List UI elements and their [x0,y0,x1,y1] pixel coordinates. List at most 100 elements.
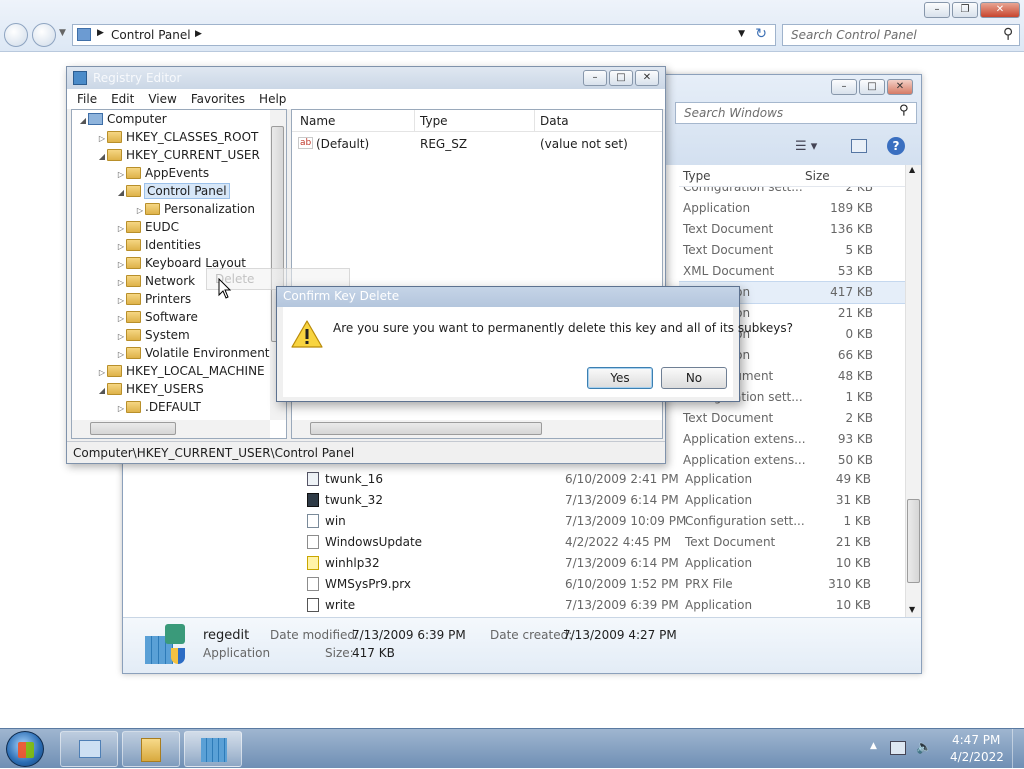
expand-icon[interactable]: ▷ [116,314,126,323]
table-row[interactable]: Application 189 KB [679,198,905,219]
table-row[interactable]: WMSysPr9.prx 6/10/2009 1:52 PM PRX File 310… [303,574,903,595]
taskbar-explorer[interactable] [122,731,180,767]
show-desktop-button[interactable] [1012,729,1024,769]
value-row[interactable]: ab (Default) REG_SZ (value not set) [292,134,662,154]
chevron-down-icon[interactable]: ▼ [738,29,745,39]
tree-node[interactable]: ▷ AppEvents [116,166,209,184]
help-icon[interactable]: ? [887,137,905,155]
expand-icon[interactable]: ▷ [116,350,126,359]
chevron-right-icon[interactable]: ▶ [195,29,202,39]
scroll-thumb[interactable] [310,422,542,435]
column-size[interactable]: Size [805,169,830,183]
action-center-icon[interactable] [890,741,906,755]
expand-icon[interactable]: ▷ [135,206,145,215]
restore-button[interactable]: ❐ [952,2,978,18]
search-input[interactable]: Search Windows [675,102,917,124]
column-type[interactable]: Type [420,114,448,128]
expand-icon[interactable]: ▷ [97,368,107,377]
tree-node[interactable]: ◢ HKEY_USERS [97,382,204,400]
table-row[interactable]: Application extens... 93 KB [679,429,905,450]
expand-icon[interactable]: ▷ [116,260,126,269]
explorer-scrollbar[interactable]: ▲ ▼ [905,165,921,617]
views-icon[interactable]: ☰ ▾ [795,139,817,154]
tree-node[interactable]: ▷ Software [116,310,198,328]
expand-icon[interactable]: ▷ [116,404,126,413]
close-button[interactable]: ✕ [980,2,1020,18]
search-input[interactable]: Search Control Panel [782,24,1020,46]
column-type[interactable]: Type [683,169,711,183]
tree-node[interactable]: ▷ Printers [116,292,191,310]
tree-node[interactable]: ▷ Identities [116,238,201,256]
collapse-icon[interactable]: ◢ [78,116,88,125]
table-row[interactable]: XML Document 53 KB [679,261,905,282]
tree-hscrollbar[interactable] [72,420,270,438]
breadcrumb[interactable]: Control Panel [111,28,191,42]
menu-item-edit[interactable]: Edit [111,92,134,106]
expand-icon[interactable]: ▷ [116,296,126,305]
tree-node[interactable]: ◢ Control Panel [116,183,230,202]
tree-node[interactable]: ◢ HKEY_CURRENT_USER [97,148,260,166]
minimize-button[interactable]: – [831,79,857,95]
table-row[interactable]: winhlp32 7/13/2009 6:14 PM Application 10 K… [303,553,903,574]
volume-muted-icon[interactable]: 🔈 [916,740,932,755]
table-row[interactable]: Text Document 2 KB [679,408,905,429]
tree-node[interactable]: ▷ .DEFAULT [116,400,201,418]
table-row[interactable]: WindowsUpdate 4/2/2022 4:45 PM Text Docume… [303,532,903,553]
scroll-down-icon[interactable]: ▼ [909,605,915,614]
table-row[interactable]: twunk_16 6/10/2009 2:41 PM Application 49 K… [303,469,903,490]
collapse-icon[interactable]: ◢ [97,386,107,395]
table-row[interactable]: Text Document 5 KB [679,240,905,261]
tree-node[interactable]: ▷ Volatile Environment [116,346,270,364]
yes-button[interactable]: Yes [587,367,653,389]
expand-icon[interactable]: ▷ [116,242,126,251]
tree-node[interactable]: ▷ System [116,328,190,346]
close-button[interactable]: ✕ [635,70,659,86]
collapse-icon[interactable]: ◢ [116,188,126,197]
scroll-up-icon[interactable]: ▲ [909,165,915,174]
registry-editor-titlebar[interactable]: Registry Editor – □ ✕ [67,67,665,89]
values-hscrollbar[interactable] [292,420,662,438]
minimize-button[interactable]: – [924,2,950,18]
tree-node[interactable]: ▷ Network [116,274,195,292]
tree-node[interactable]: ▷ HKEY_LOCAL_MACHINE [97,364,265,382]
scroll-thumb[interactable] [90,422,176,435]
address-bar[interactable]: ▶ Control Panel ▶ ▼ ↻ [72,24,776,46]
forward-button[interactable] [32,23,56,47]
minimize-button[interactable]: – [583,70,607,86]
menu-item-file[interactable]: File [77,92,97,106]
table-row[interactable]: Configuration sett... 2 KB [679,187,905,198]
dialog-title[interactable]: Confirm Key Delete [277,287,739,307]
recent-pages-icon[interactable]: ▼ [59,28,66,38]
scroll-thumb[interactable] [907,499,920,583]
tree-node[interactable]: ▷ Personalization [135,202,255,220]
taskbar-control-panel[interactable] [60,731,118,767]
no-button[interactable]: No [661,367,727,389]
table-row[interactable]: write 7/13/2009 6:39 PM Application 10 KB [303,595,903,616]
menu-item-help[interactable]: Help [259,92,286,106]
collapse-icon[interactable]: ◢ [97,152,107,161]
table-row[interactable]: win 7/13/2009 10:09 PM Configuration sett.… [303,511,903,532]
maximize-button[interactable]: □ [859,79,885,95]
taskbar-regedit[interactable] [184,731,242,767]
tree-node[interactable]: ◢ Computer [78,112,167,130]
search-icon[interactable]: ⚲ [899,103,909,118]
clock-date[interactable]: 4/2/2022 [950,750,1004,764]
column-name[interactable]: Name [300,114,335,128]
preview-pane-icon[interactable] [851,139,867,153]
table-row[interactable]: Application extens... 50 KB [679,450,905,467]
expand-icon[interactable]: ▷ [116,170,126,179]
table-row[interactable]: Text Document 136 KB [679,219,905,240]
expand-icon[interactable]: ▷ [116,224,126,233]
show-hidden-icons-icon[interactable]: ▲ [870,741,877,751]
tree-node[interactable]: ▷ EUDC [116,220,179,238]
start-button[interactable] [6,731,44,767]
back-button[interactable] [4,23,28,47]
expand-icon[interactable]: ▷ [116,278,126,287]
expand-icon[interactable]: ▷ [116,332,126,341]
column-data[interactable]: Data [540,114,569,128]
refresh-icon[interactable]: ↻ [755,26,767,42]
close-button[interactable]: ✕ [887,79,913,95]
menu-item-view[interactable]: View [148,92,176,106]
table-row[interactable]: twunk_32 7/13/2009 6:14 PM Application 31 K… [303,490,903,511]
maximize-button[interactable]: □ [609,70,633,86]
